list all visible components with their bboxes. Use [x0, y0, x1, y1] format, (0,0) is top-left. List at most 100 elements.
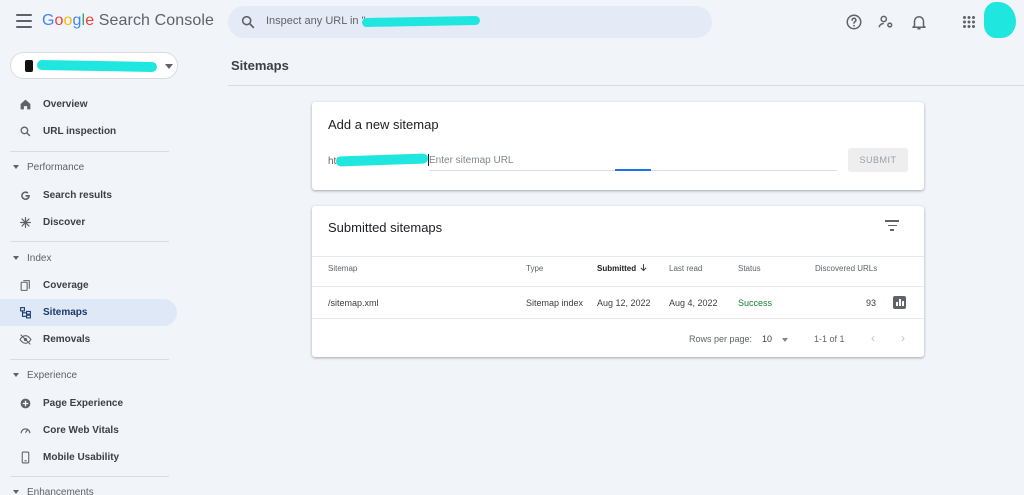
rows-per-page-label: Rows per page:: [689, 334, 753, 344]
sidebar-section-enhancements[interactable]: Enhancements: [0, 482, 170, 495]
sidebar-item-discover[interactable]: Discover: [0, 209, 177, 236]
asterisk-icon: [20, 217, 31, 228]
redaction-mark: [36, 59, 158, 73]
sitemap-icon: [20, 307, 31, 319]
search-icon: [20, 126, 31, 137]
sidebar-item-label: Overview: [43, 99, 88, 110]
sidebar-item-label: Sitemaps: [43, 307, 88, 318]
table-header-divider: [312, 256, 924, 257]
logo-letter: e: [85, 12, 95, 29]
sidebar-item-url-inspection[interactable]: URL inspection: [0, 118, 177, 145]
help-icon[interactable]: [845, 13, 863, 31]
sidebar-item-label: URL inspection: [43, 126, 117, 137]
sidebar-divider: [10, 359, 169, 360]
home-icon: [20, 99, 31, 110]
sidebar-item-label: Search results: [43, 190, 112, 201]
account-avatar[interactable]: [984, 2, 1016, 38]
collapse-triangle-icon: [13, 256, 19, 260]
collapse-triangle-icon: [13, 373, 19, 377]
logo-letter: G: [42, 12, 55, 29]
logo-letter: g: [72, 12, 82, 29]
sidebar-section-label: Performance: [27, 162, 85, 173]
sidebar-section-label: Index: [27, 253, 52, 264]
chevron-right-icon[interactable]: ›: [896, 331, 910, 345]
google-g-icon: [21, 191, 30, 201]
bar-chart-icon[interactable]: [893, 296, 906, 309]
table-cell-type: Sitemap index: [526, 298, 584, 308]
chevron-down-icon: [165, 64, 173, 69]
sidebar-section-label: Experience: [27, 370, 78, 381]
page-title: Sitemaps: [231, 58, 289, 73]
search-placeholder: Inspect any URL in ": [266, 15, 366, 27]
column-header-sitemap[interactable]: Sitemap: [328, 264, 357, 273]
logo-product-name: Search Console: [94, 12, 214, 29]
input-focus-indicator: [615, 169, 651, 171]
bell-icon[interactable]: [910, 13, 928, 31]
sidebar-divider: [10, 241, 169, 242]
sidebar-item-page-experience[interactable]: Page Experience: [0, 390, 177, 417]
column-header-discovered-urls[interactable]: Discovered URLs: [815, 264, 877, 273]
visibility-off-icon: [19, 334, 32, 345]
sidebar-item-core-web-vitals[interactable]: Core Web Vitals: [0, 417, 177, 444]
manage-accounts-icon[interactable]: [877, 13, 895, 31]
table-cell-discovered-urls: 93: [866, 298, 877, 308]
sidebar-item-label: Mobile Usability: [43, 452, 120, 463]
sidebar-divider: [10, 476, 169, 477]
smartphone-icon: [21, 451, 30, 464]
table-row-divider: [312, 286, 924, 287]
chevron-down-icon: [782, 338, 788, 342]
sidebar-item-label: Discover: [43, 217, 86, 228]
column-header-status[interactable]: Status: [738, 264, 761, 273]
rows-per-page-select[interactable]: 10: [758, 331, 792, 347]
sidebar-section-index[interactable]: Index: [0, 248, 170, 270]
sidebar-item-mobile-usability[interactable]: Mobile Usability: [0, 444, 177, 471]
submitted-sitemaps-title: Submitted sitemaps: [328, 220, 443, 235]
property-selector[interactable]: [10, 52, 178, 79]
sidebar-divider: [10, 151, 169, 152]
top-app-bar: Google Search Console Inspect any URL in…: [0, 0, 1024, 45]
submit-button[interactable]: SUBMIT: [848, 148, 908, 172]
search-console-logo[interactable]: Google Search Console: [42, 12, 214, 30]
apps-grid-icon[interactable]: [960, 13, 978, 31]
pagination-range: 1-1 of 1: [814, 334, 845, 344]
collapse-triangle-icon: [13, 165, 19, 169]
logo-letter: o: [63, 12, 73, 29]
logo-letter: o: [54, 12, 64, 29]
sidebar-section-experience[interactable]: Experience: [0, 365, 170, 387]
rows-per-page-value: 10: [762, 334, 773, 344]
table-row-divider: [312, 318, 924, 319]
sidebar-item-label: Coverage: [43, 280, 89, 291]
sidebar-item-removals[interactable]: Removals: [0, 326, 177, 353]
search-icon: [241, 15, 255, 29]
sidebar-item-label: Page Experience: [43, 398, 124, 409]
file-copy-icon: [20, 280, 30, 291]
column-header-last-read[interactable]: Last read: [669, 264, 702, 273]
menu-icon[interactable]: [16, 14, 32, 28]
sidebar-item-label: Removals: [43, 334, 91, 345]
column-header-submitted[interactable]: Submitted: [597, 264, 636, 273]
sidebar-item-sitemaps[interactable]: Sitemaps: [0, 299, 177, 326]
filter-icon[interactable]: [884, 220, 900, 234]
sidebar-item-overview[interactable]: Overview: [0, 91, 177, 118]
sidebar-item-label: Core Web Vitals: [43, 425, 119, 436]
plus-circle-icon: [20, 398, 31, 409]
sidebar-item-coverage[interactable]: Coverage: [0, 272, 177, 299]
arrow-down-icon[interactable]: [639, 262, 648, 273]
column-header-type[interactable]: Type: [526, 264, 543, 273]
collapse-triangle-icon: [13, 490, 19, 494]
url-inspection-search-bar[interactable]: Inspect any URL in ": [228, 6, 712, 38]
submitted-sitemaps-card: Submitted sitemaps Sitemap Type Submitte…: [312, 206, 924, 357]
add-sitemap-title: Add a new sitemap: [328, 117, 439, 132]
redaction-mark: [361, 15, 481, 28]
sidebar-section-label: Enhancements: [27, 487, 94, 495]
sidebar-item-search-results[interactable]: Search results: [0, 182, 177, 209]
chevron-left-icon[interactable]: ‹: [866, 331, 880, 345]
site-favicon: [25, 60, 33, 72]
speed-gauge-icon: [20, 428, 31, 434]
table-cell-submitted: Aug 12, 2022: [597, 298, 651, 308]
sitemap-url-input[interactable]: [429, 151, 837, 171]
table-cell-sitemap[interactable]: /sitemap.xml: [328, 298, 379, 308]
table-cell-last-read: Aug 4, 2022: [669, 298, 718, 308]
sidebar-section-performance[interactable]: Performance: [0, 157, 170, 179]
add-sitemap-card: Add a new sitemap https:// SUBMIT: [312, 102, 924, 190]
